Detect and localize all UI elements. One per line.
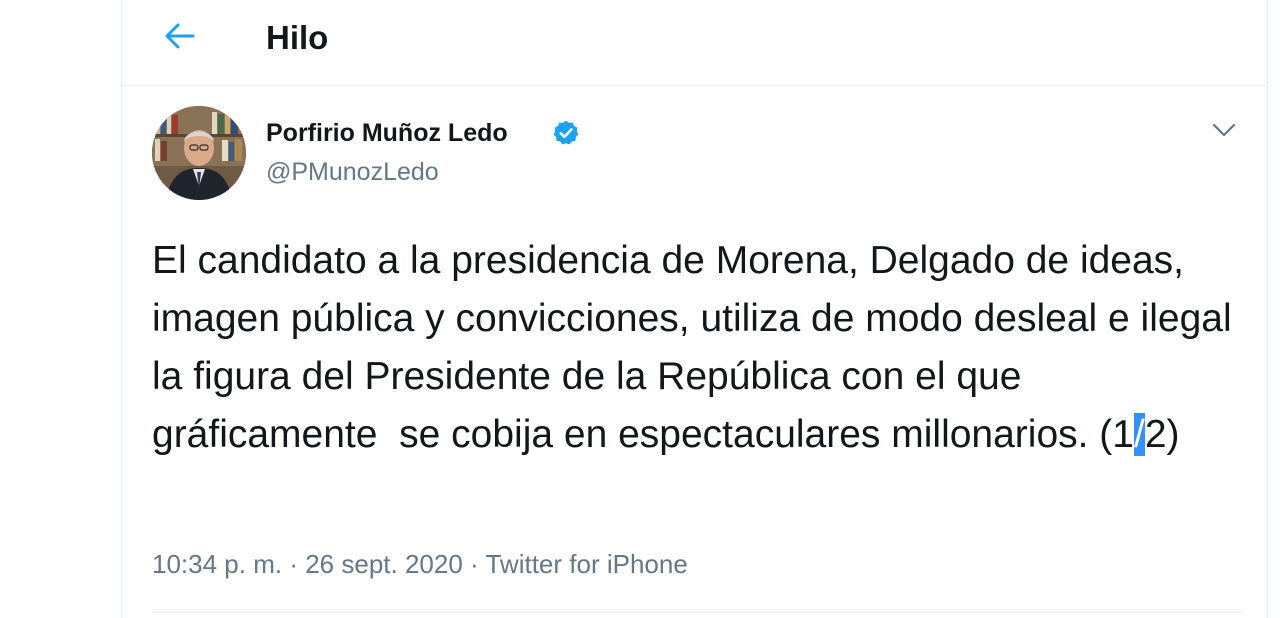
- avatar[interactable]: [152, 106, 246, 200]
- tweet-source-link[interactable]: Twitter for iPhone: [485, 549, 687, 579]
- tweet-text-end: 2): [1144, 413, 1180, 456]
- arrow-left-icon: [165, 23, 195, 49]
- tweet-text-main: El candidato a la presidencia de Morena,…: [152, 239, 1243, 456]
- thread-header: Hilo: [122, 0, 1267, 86]
- selected-text: /: [1134, 413, 1145, 456]
- meta-separator: ·: [289, 549, 298, 579]
- more-options-button[interactable]: [1208, 114, 1240, 146]
- tweet-date-link[interactable]: 26 sept. 2020: [305, 549, 463, 579]
- tweet-text: El candidato a la presidencia de Morena,…: [152, 232, 1242, 464]
- author-handle[interactable]: @PMunozLedo: [266, 156, 439, 188]
- tweet-time-link[interactable]: 10:34 p. m.: [152, 549, 282, 579]
- author-name[interactable]: Porfirio Muñoz Ledo: [266, 116, 508, 150]
- page-title: Hilo: [266, 19, 329, 56]
- meta-separator: ·: [470, 549, 479, 579]
- thread-column: Hilo Porfirio Muñoz Ledo @PMunozLedo El …: [121, 0, 1268, 618]
- tweet-meta: 10:34 p. m. · 26 sept. 2020 · Twitter fo…: [152, 547, 688, 581]
- verified-badge-icon: [553, 120, 579, 145]
- divider: [152, 612, 1242, 613]
- back-button[interactable]: [158, 14, 202, 58]
- chevron-down-icon: [1212, 123, 1236, 137]
- profile-photo: [152, 106, 246, 200]
